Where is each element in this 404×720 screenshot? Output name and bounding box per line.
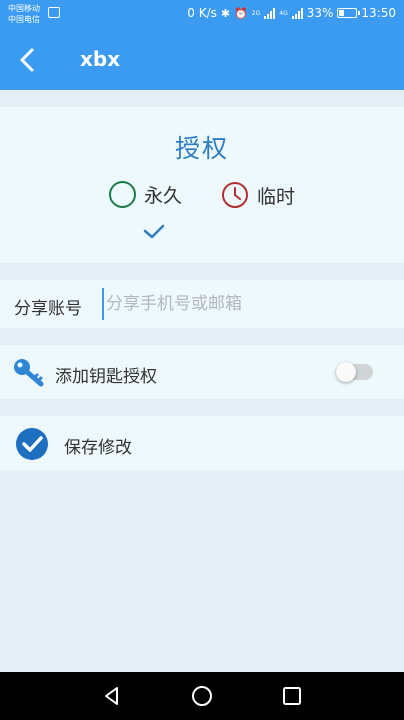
app-bar: xbx xyxy=(0,30,404,90)
share-account-label: 分享账号 xyxy=(14,299,82,319)
status-bar: 中国移动 中国电信 0 K/s ✱ ⏰ 2G 4G 33% 13:50 xyxy=(0,0,404,30)
net-speed-label: 0 K/s xyxy=(187,6,217,20)
signal-2-icon xyxy=(291,7,303,19)
recents-square-icon xyxy=(283,687,301,705)
checkmark-icon xyxy=(142,223,166,245)
key-icon xyxy=(12,357,46,391)
circle-icon xyxy=(109,181,136,208)
back-triangle-icon xyxy=(105,687,118,705)
nav-back-button[interactable] xyxy=(100,684,124,708)
key-authorization-toggle[interactable] xyxy=(336,362,373,382)
permanent-option-label: 永久 xyxy=(144,185,183,207)
carrier-2-label: 中国电信 xyxy=(8,15,40,24)
battery-fill xyxy=(339,10,345,16)
bluetooth-icon: ✱ xyxy=(220,6,231,20)
temporary-option-label: 临时 xyxy=(257,185,296,208)
network-1-label: 2G xyxy=(251,9,261,17)
alarm-icon: ⏰ xyxy=(234,6,248,20)
clock-icon xyxy=(221,181,249,209)
notification-icon xyxy=(48,7,60,18)
key-authorization-row: 添加钥匙授权 xyxy=(0,345,404,399)
save-changes-button[interactable]: 保存修改 xyxy=(0,416,404,470)
share-account-row: 分享账号 xyxy=(0,280,404,328)
authorization-panel: 授权 永久 临时 xyxy=(0,107,404,263)
permanent-option[interactable]: 永久 xyxy=(109,181,182,208)
signal-1-icon xyxy=(264,7,276,19)
check-circle-icon xyxy=(15,427,49,465)
battery-icon xyxy=(337,8,361,18)
chevron-left-icon xyxy=(20,48,34,72)
page-title: xbx xyxy=(80,47,121,71)
share-account-input[interactable] xyxy=(102,288,390,320)
network-2-label: 4G xyxy=(279,9,288,17)
authorization-title: 授权 xyxy=(174,134,229,163)
toggle-knob xyxy=(336,362,356,382)
carrier-info: 中国移动 中国电信 xyxy=(8,3,40,25)
battery-percent-label: 33% xyxy=(306,6,334,20)
system-nav-bar xyxy=(0,672,404,720)
key-authorization-label: 添加钥匙授权 xyxy=(55,367,157,387)
clock-label: 13:50 xyxy=(361,6,396,20)
status-indicators: 0 K/s ✱ ⏰ 2G 4G 33% 13:50 xyxy=(187,6,396,20)
temporary-option[interactable]: 临时 xyxy=(221,181,295,209)
nav-home-button[interactable] xyxy=(190,684,214,708)
save-changes-label: 保存修改 xyxy=(64,438,132,458)
back-button[interactable] xyxy=(14,46,42,74)
home-circle-icon xyxy=(192,686,212,706)
nav-recents-button[interactable] xyxy=(280,684,304,708)
carrier-1-label: 中国移动 xyxy=(8,4,40,13)
